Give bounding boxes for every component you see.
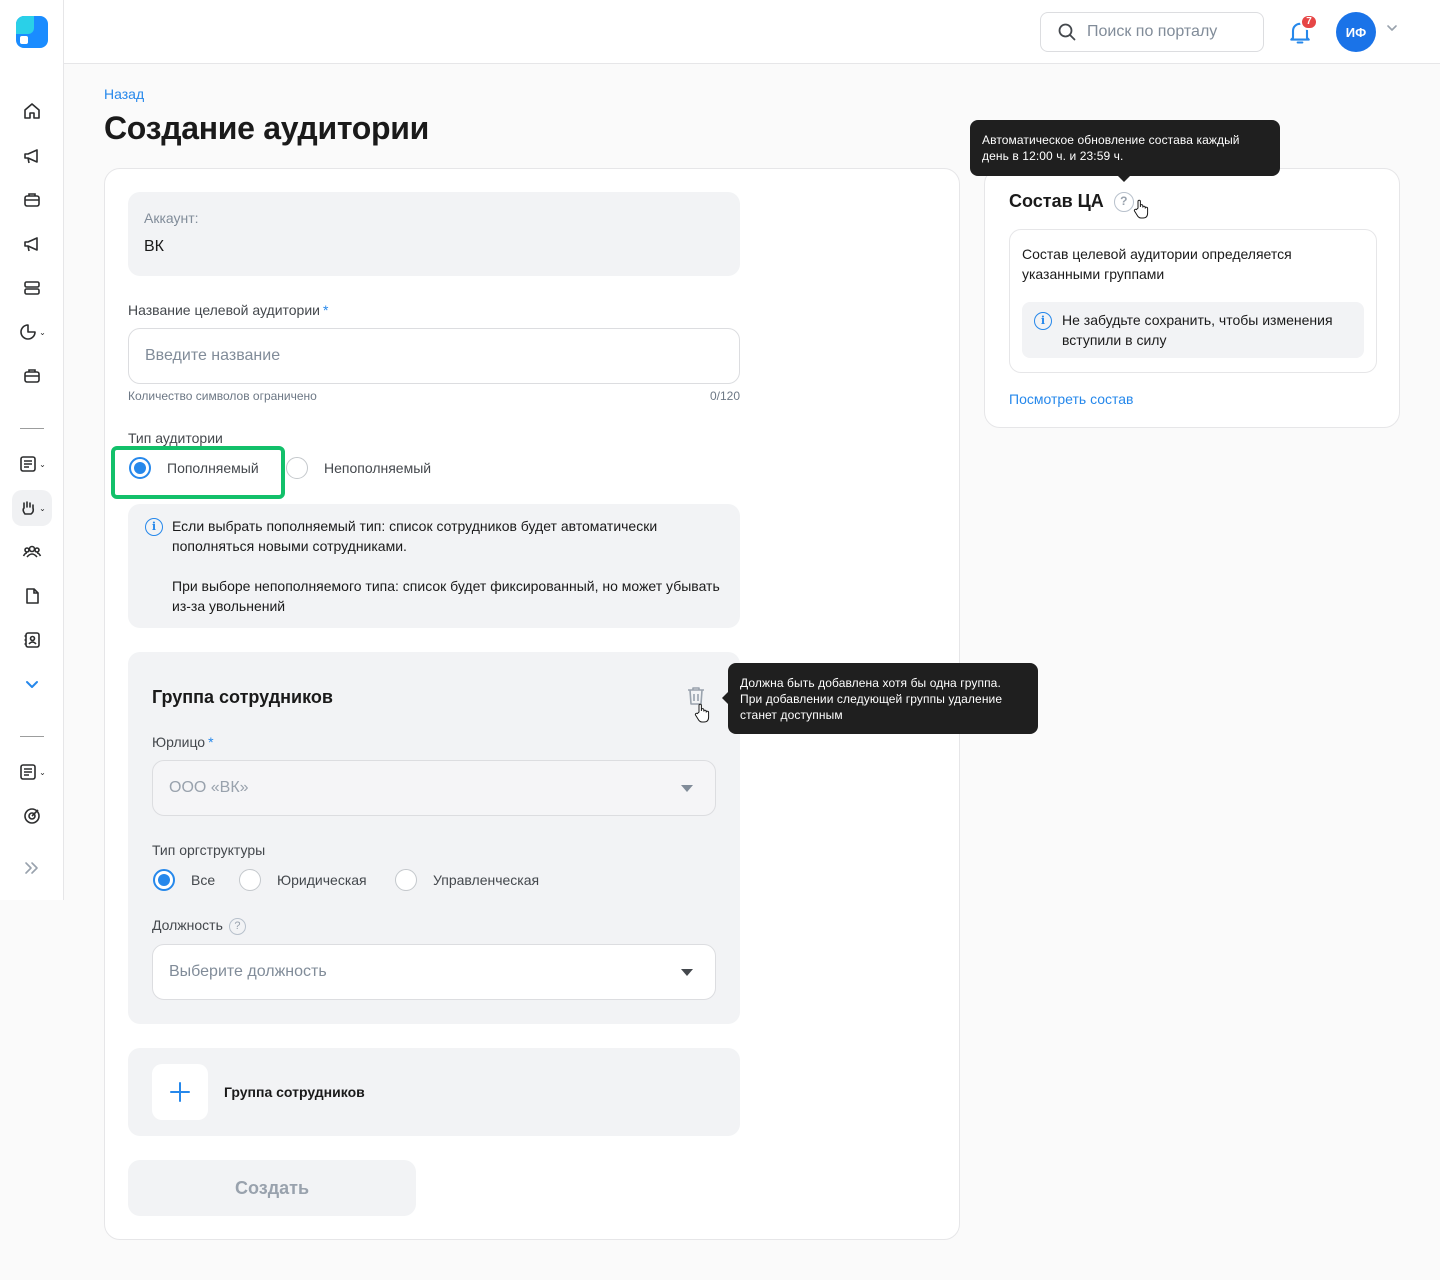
info-text-1: Если выбрать пополняемый тип: список сот… [172,518,658,554]
account-block: Аккаунт: ВК [128,192,740,276]
radio-non-replenishable-label: Непополняемый [324,460,432,476]
plus-icon[interactable] [152,1064,208,1120]
radio-button-checked[interactable] [153,869,175,891]
hand-wave-icon[interactable]: ⌄ [12,490,52,526]
radio-org-all-label: Все [191,872,216,888]
megaphone-icon[interactable] [12,138,52,174]
composition-info-box: Состав целевой аудитории определяется ук… [1009,229,1377,373]
question-icon[interactable]: ? [228,917,246,935]
radio-org-managerial[interactable]: Управленческая [395,869,539,891]
collapse-sidebar-icon[interactable] [12,850,52,886]
highlight-frame [111,446,285,499]
document-list-icon[interactable]: ⌄ [12,446,52,482]
org-type-label: Тип оргструктуры [152,842,266,858]
save-reminder: i Не забудьте сохранить, чтобы изменения… [1022,302,1364,358]
sidebar-divider-2 [20,736,44,737]
radio-org-legal[interactable]: Юридическая [239,869,367,891]
account-value: ВК [144,238,164,255]
create-button[interactable]: Создать [128,1160,416,1216]
app-logo[interactable] [16,16,48,48]
legal-entity-label: Юрлицо * [152,734,214,750]
dropdown-arrow-icon [681,969,693,976]
audience-name-input[interactable]: Введите название [128,328,740,384]
info-text-2: При выборе непополняемого типа: список б… [172,578,720,614]
home-icon[interactable] [12,93,52,129]
delete-group-tooltip: Должна быть добавлена хотя бы одна групп… [722,663,1038,734]
sidebar: ⌄ ⌄ ⌄ ⌄ [0,0,64,900]
auto-update-tooltip: Автоматическое обновление состава каждый… [970,120,1280,182]
legal-entity-value: ООО «ВК» [169,779,249,796]
notification-badge: 7 [1300,14,1318,30]
radio-org-all[interactable]: Все [153,869,215,891]
group-title: Группа сотрудников [152,687,333,707]
info-icon: i [1034,312,1052,330]
search-icon [1058,23,1076,41]
briefcase-icon-2[interactable] [12,358,52,394]
analytics-icon[interactable]: ⌄ [12,314,52,350]
view-composition-link[interactable]: Посмотреть состав [1009,391,1134,407]
chevron-down-icon[interactable] [1386,22,1398,37]
back-link[interactable]: Назад [104,86,144,102]
contacts-icon[interactable] [12,622,52,658]
search-input[interactable]: Поиск по порталу [1040,12,1264,52]
hand-cursor-icon [1133,199,1149,219]
sidebar-divider [20,428,44,429]
megaphone-icon-2[interactable] [12,226,52,262]
audience-name-placeholder: Введите название [145,347,281,364]
audience-type-info: i Если выбрать пополняемый тип: список с… [128,504,740,628]
radio-button-unchecked[interactable] [395,869,417,891]
search-placeholder: Поиск по порталу [1087,23,1218,40]
required-mark: * [323,302,329,318]
position-placeholder: Выберите должность [169,963,327,980]
char-limit-hint: Количество символов ограничено [128,389,317,403]
expand-more-icon[interactable] [12,666,52,702]
composition-title: Состав ЦА? [1009,191,1134,213]
briefcase-icon[interactable] [12,182,52,218]
users-icon[interactable] [12,534,52,570]
add-group-label: Группа сотрудников [224,1084,365,1100]
document-list-icon-2[interactable]: ⌄ [12,754,52,790]
composition-description: Состав целевой аудитории определяется ук… [1022,246,1292,282]
file-icon[interactable] [12,578,52,614]
server-icon[interactable] [12,270,52,306]
save-reminder-text: Не забудьте сохранить, чтобы изменения в… [1062,312,1333,348]
legal-entity-select[interactable]: ООО «ВК» [152,760,716,816]
audience-composition-card: Состав ЦА? Состав целевой аудитории опре… [984,168,1400,428]
target-icon[interactable] [12,798,52,834]
char-counter: 0/120 [709,389,740,403]
required-mark-2: * [208,734,214,750]
user-avatar[interactable]: ИФ [1336,12,1376,52]
employee-group-card: Группа сотрудников Юрлицо * ООО «ВК» Тип … [128,652,740,1024]
hand-cursor-icon [694,703,710,723]
radio-org-managerial-label: Управленческая [433,872,540,888]
top-header: Поиск по порталу 7 ИФ [64,0,1440,64]
info-icon: i [145,518,163,536]
position-select[interactable]: Выберите должность [152,944,716,1000]
audience-type-label: Тип аудитории [128,430,223,446]
question-icon[interactable]: ? [1113,192,1134,213]
position-label: Должность? [152,917,246,935]
radio-button-unchecked[interactable] [286,457,308,479]
radio-button-unchecked[interactable] [239,869,261,891]
account-label: Аккаунт: [144,210,199,226]
page-title: Создание аудитории [104,110,430,146]
radio-non-replenishable[interactable]: Непополняемый [286,457,431,479]
audience-name-label: Название целевой аудитории * [128,302,329,318]
add-group-row[interactable]: Группа сотрудников [128,1048,740,1136]
dropdown-arrow-icon [681,785,693,792]
radio-org-legal-label: Юридическая [277,872,367,888]
